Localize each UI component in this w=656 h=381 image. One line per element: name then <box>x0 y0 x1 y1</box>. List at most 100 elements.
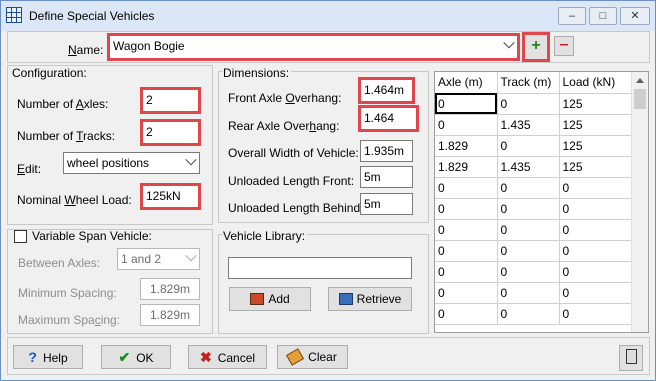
load-cell[interactable]: 0 <box>559 240 634 262</box>
axle-cell[interactable]: 0 <box>435 177 498 199</box>
grid-scrollbar[interactable] <box>631 72 648 332</box>
minus-icon: – <box>559 36 569 53</box>
number-of-axles-input[interactable]: 2 <box>140 87 201 114</box>
load-cell[interactable]: 0 <box>559 261 634 283</box>
axle-cell[interactable]: 0 <box>435 303 498 325</box>
app-grid-icon <box>6 7 22 23</box>
between-axles-label: Between Axles: <box>18 256 101 270</box>
library-add-button[interactable]: Add <box>229 287 311 311</box>
window-title: Define Special Vehicles <box>29 9 155 23</box>
track-cell[interactable]: 0 <box>497 135 560 157</box>
track-cell[interactable]: 1.435 <box>497 114 560 136</box>
between-axles-value: 1 and 2 <box>121 252 162 266</box>
chevron-down-icon <box>185 154 197 166</box>
track-cell[interactable]: 0 <box>497 240 560 262</box>
axle-cell[interactable]: 0 <box>435 261 498 283</box>
minimize-button[interactable]: – <box>558 7 586 25</box>
calculator-button[interactable] <box>619 345 643 371</box>
overall-width-label: Overall Width of Vehicle: <box>228 146 359 160</box>
unloaded-length-front-input[interactable]: 5m <box>360 166 413 188</box>
vehicle-library-frame <box>218 234 429 334</box>
load-cell[interactable]: 125 <box>559 114 634 136</box>
axle-cell[interactable]: 0 <box>435 93 498 115</box>
scroll-thumb[interactable] <box>634 89 646 109</box>
vehicle-library-title: Vehicle Library: <box>223 229 308 243</box>
axle-cell[interactable]: 0 <box>435 282 498 304</box>
track-cell[interactable]: 0 <box>497 219 560 241</box>
grid-header-row: Axle (m) Track (m) Load (kN) <box>435 72 634 94</box>
load-cell[interactable]: 125 <box>559 135 634 157</box>
minimize-icon: – <box>568 10 576 22</box>
close-icon: ✕ <box>630 10 640 22</box>
edit-label: Edit: <box>17 162 42 176</box>
retrieve-vehicle-icon <box>338 293 353 305</box>
load-cell[interactable]: 125 <box>559 93 634 115</box>
maximum-spacing-label: Maximum Spacing: <box>18 313 121 327</box>
add-vehicle-icon <box>250 293 265 305</box>
grid-row[interactable]: 000 <box>435 198 634 220</box>
load-cell[interactable]: 0 <box>559 303 634 325</box>
axle-cell[interactable]: 0 <box>435 198 498 220</box>
overall-width-input[interactable]: 1.935m <box>360 140 413 162</box>
load-cell[interactable]: 0 <box>559 219 634 241</box>
grid-row[interactable]: 1.829 1.435 125 <box>435 156 634 178</box>
load-cell[interactable]: 0 <box>559 177 634 199</box>
cancel-x-icon: ✖ <box>199 349 212 365</box>
add-vehicle-button[interactable]: + <box>522 32 550 62</box>
axle-cell[interactable]: 0 <box>435 114 498 136</box>
cancel-button[interactable]: ✖ Cancel <box>188 345 267 369</box>
configuration-title: Configuration: <box>12 66 87 80</box>
clear-button[interactable]: Clear <box>277 345 348 369</box>
name-label: Name: <box>68 43 104 57</box>
grid-row[interactable]: 000 <box>435 177 634 199</box>
vehicle-library-input[interactable] <box>228 257 412 279</box>
number-of-tracks-input[interactable]: 2 <box>140 119 201 146</box>
unloaded-length-front-label: Unloaded Length Front: <box>228 174 355 188</box>
grid-row[interactable]: 1.829 0 125 <box>435 135 634 157</box>
axle-cell[interactable]: 0 <box>435 240 498 262</box>
track-cell[interactable]: 0 <box>497 93 560 115</box>
library-retrieve-button[interactable]: Retrieve <box>328 287 412 311</box>
unloaded-length-behind-input[interactable]: 5m <box>360 193 413 215</box>
load-cell[interactable]: 0 <box>559 198 634 220</box>
axle-load-grid[interactable]: Axle (m) Track (m) Load (kN) 0 0 125 0 1.435… <box>434 71 649 333</box>
load-cell[interactable]: 125 <box>559 156 634 178</box>
track-cell[interactable]: 0 <box>497 303 560 325</box>
track-cell[interactable]: 0 <box>497 177 560 199</box>
grid-row[interactable]: 000 <box>435 219 634 241</box>
front-axle-overhang-input[interactable]: 1.464m <box>358 77 415 104</box>
eraser-brush-icon <box>286 348 305 366</box>
ok-button[interactable]: ✔ OK <box>101 345 171 369</box>
load-cell[interactable]: 0 <box>559 282 634 304</box>
grid-row[interactable]: 000 <box>435 261 634 283</box>
maximum-spacing-input[interactable]: 1.829m <box>140 304 200 326</box>
edit-combo[interactable]: wheel positions <box>63 152 200 174</box>
nominal-wheel-load-input[interactable]: 125kN <box>140 183 201 210</box>
scroll-up-arrow-icon[interactable] <box>636 78 644 83</box>
number-of-tracks-label: Number of Tracks: <box>17 129 116 143</box>
track-cell[interactable]: 0 <box>497 261 560 283</box>
axle-cell[interactable]: 0 <box>435 219 498 241</box>
help-button[interactable]: ? Help <box>13 345 83 369</box>
grid-row[interactable]: 0 1.435 125 <box>435 114 634 136</box>
variable-span-checkbox[interactable] <box>14 230 27 243</box>
between-axles-combo[interactable]: 1 and 2 <box>117 248 200 270</box>
grid-row[interactable]: 000 <box>435 282 634 304</box>
grid-header-load: Load (kN) <box>559 72 634 94</box>
name-combo[interactable]: Wagon Bogie <box>107 33 520 61</box>
minimum-spacing-input[interactable]: 1.829m <box>140 278 200 300</box>
rear-axle-overhang-input[interactable]: 1.464 <box>358 105 419 132</box>
maximize-button[interactable]: □ <box>589 7 617 25</box>
axle-cell[interactable]: 1.829 <box>435 135 498 157</box>
grid-row[interactable]: 000 <box>435 240 634 262</box>
edit-value: wheel positions <box>67 156 150 170</box>
remove-vehicle-button[interactable]: – <box>554 36 574 56</box>
grid-row[interactable]: 000 <box>435 303 634 325</box>
unloaded-length-behind-label: Unloaded Length Behind: <box>228 201 364 215</box>
close-button[interactable]: ✕ <box>620 7 650 25</box>
grid-row[interactable]: 0 0 125 <box>435 93 634 115</box>
track-cell[interactable]: 0 <box>497 198 560 220</box>
track-cell[interactable]: 0 <box>497 282 560 304</box>
track-cell[interactable]: 1.435 <box>497 156 560 178</box>
axle-cell[interactable]: 1.829 <box>435 156 498 178</box>
